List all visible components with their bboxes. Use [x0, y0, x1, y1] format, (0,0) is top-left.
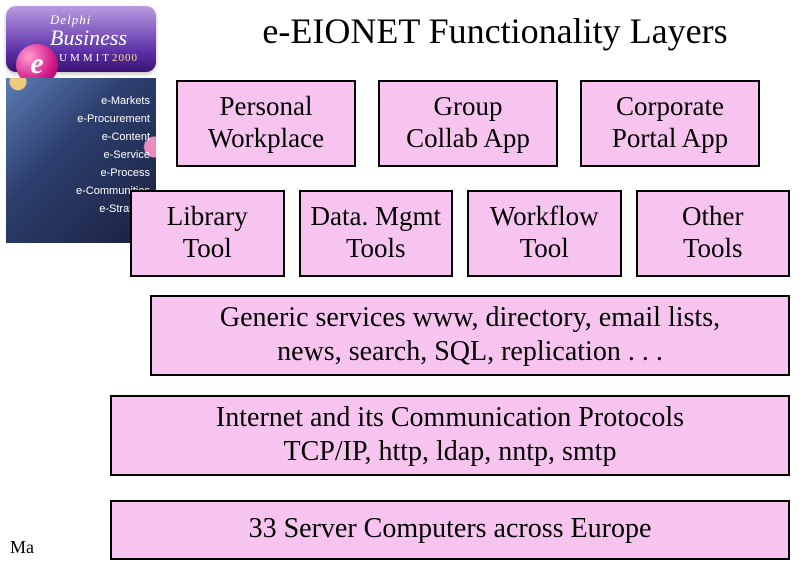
topic-item: e-Process	[76, 164, 150, 182]
box-internet-protocols: Internet and its Communication Protocols…	[110, 395, 790, 476]
box-server-computers: 33 Server Computers across Europe	[110, 500, 790, 560]
box-line: Library	[167, 201, 248, 231]
box-line: Portal App	[612, 123, 728, 153]
box-group-collab: Group Collab App	[378, 80, 558, 167]
box-workflow-tool: Workflow Tool	[467, 190, 622, 277]
box-other-tools: Other Tools	[636, 190, 791, 277]
box-line: Other	[682, 201, 743, 231]
slide-title: e-EIONET Functionality Layers	[190, 10, 800, 52]
box-line: Workplace	[208, 123, 324, 153]
logo-year: 2000	[112, 52, 138, 64]
topic-item: e-Procurement	[76, 110, 150, 128]
box-library-tool: Library Tool	[130, 190, 285, 277]
box-line: TCP/IP, http, ldap, nntp, smtp	[284, 436, 617, 467]
box-line: Group	[434, 91, 503, 121]
layer-row-apps: Personal Workplace Group Collab App Corp…	[176, 80, 760, 167]
box-line: Internet and its Communication Protocols	[216, 402, 684, 433]
box-line: news, search, SQL, replication . . .	[277, 336, 663, 367]
logo-block: Delphi Business SUMMIT2000 e	[6, 6, 156, 72]
box-line: Personal	[220, 91, 313, 121]
topic-item: e-Content	[76, 128, 150, 146]
layer-row-servers: 33 Server Computers across Europe	[110, 500, 790, 560]
box-line: Generic services www, directory, email l…	[220, 302, 720, 333]
box-line: 33 Server Computers across Europe	[249, 513, 652, 544]
layer-row-tools: Library Tool Data. Mgmt Tools Workflow T…	[130, 190, 790, 277]
box-personal-workplace: Personal Workplace	[176, 80, 356, 167]
layer-row-protocols: Internet and its Communication Protocols…	[110, 395, 790, 476]
slide: e-EIONET Functionality Layers Delphi Bus…	[0, 0, 810, 570]
footer-fragment: Ma	[10, 537, 34, 558]
box-data-mgmt-tools: Data. Mgmt Tools	[299, 190, 454, 277]
box-line: Tool	[183, 233, 232, 263]
box-line: Data. Mgmt	[311, 201, 441, 231]
logo-summit: SUMMIT	[50, 52, 112, 64]
box-line: Collab App	[406, 123, 530, 153]
box-line: Tools	[346, 233, 406, 263]
box-generic-services: Generic services www, directory, email l…	[150, 295, 790, 376]
box-line: Corporate	[616, 91, 724, 121]
box-corporate-portal: Corporate Portal App	[580, 80, 760, 167]
topic-item: e-Service	[76, 146, 150, 164]
topic-item: e-Markets	[76, 92, 150, 110]
box-line: Tool	[520, 233, 569, 263]
logo-text: Delphi Business SUMMIT2000	[50, 12, 138, 66]
box-line: Workflow	[490, 201, 599, 231]
box-line: Tools	[683, 233, 743, 263]
logo-business: Business	[50, 28, 138, 48]
layer-row-services: Generic services www, directory, email l…	[150, 295, 790, 376]
